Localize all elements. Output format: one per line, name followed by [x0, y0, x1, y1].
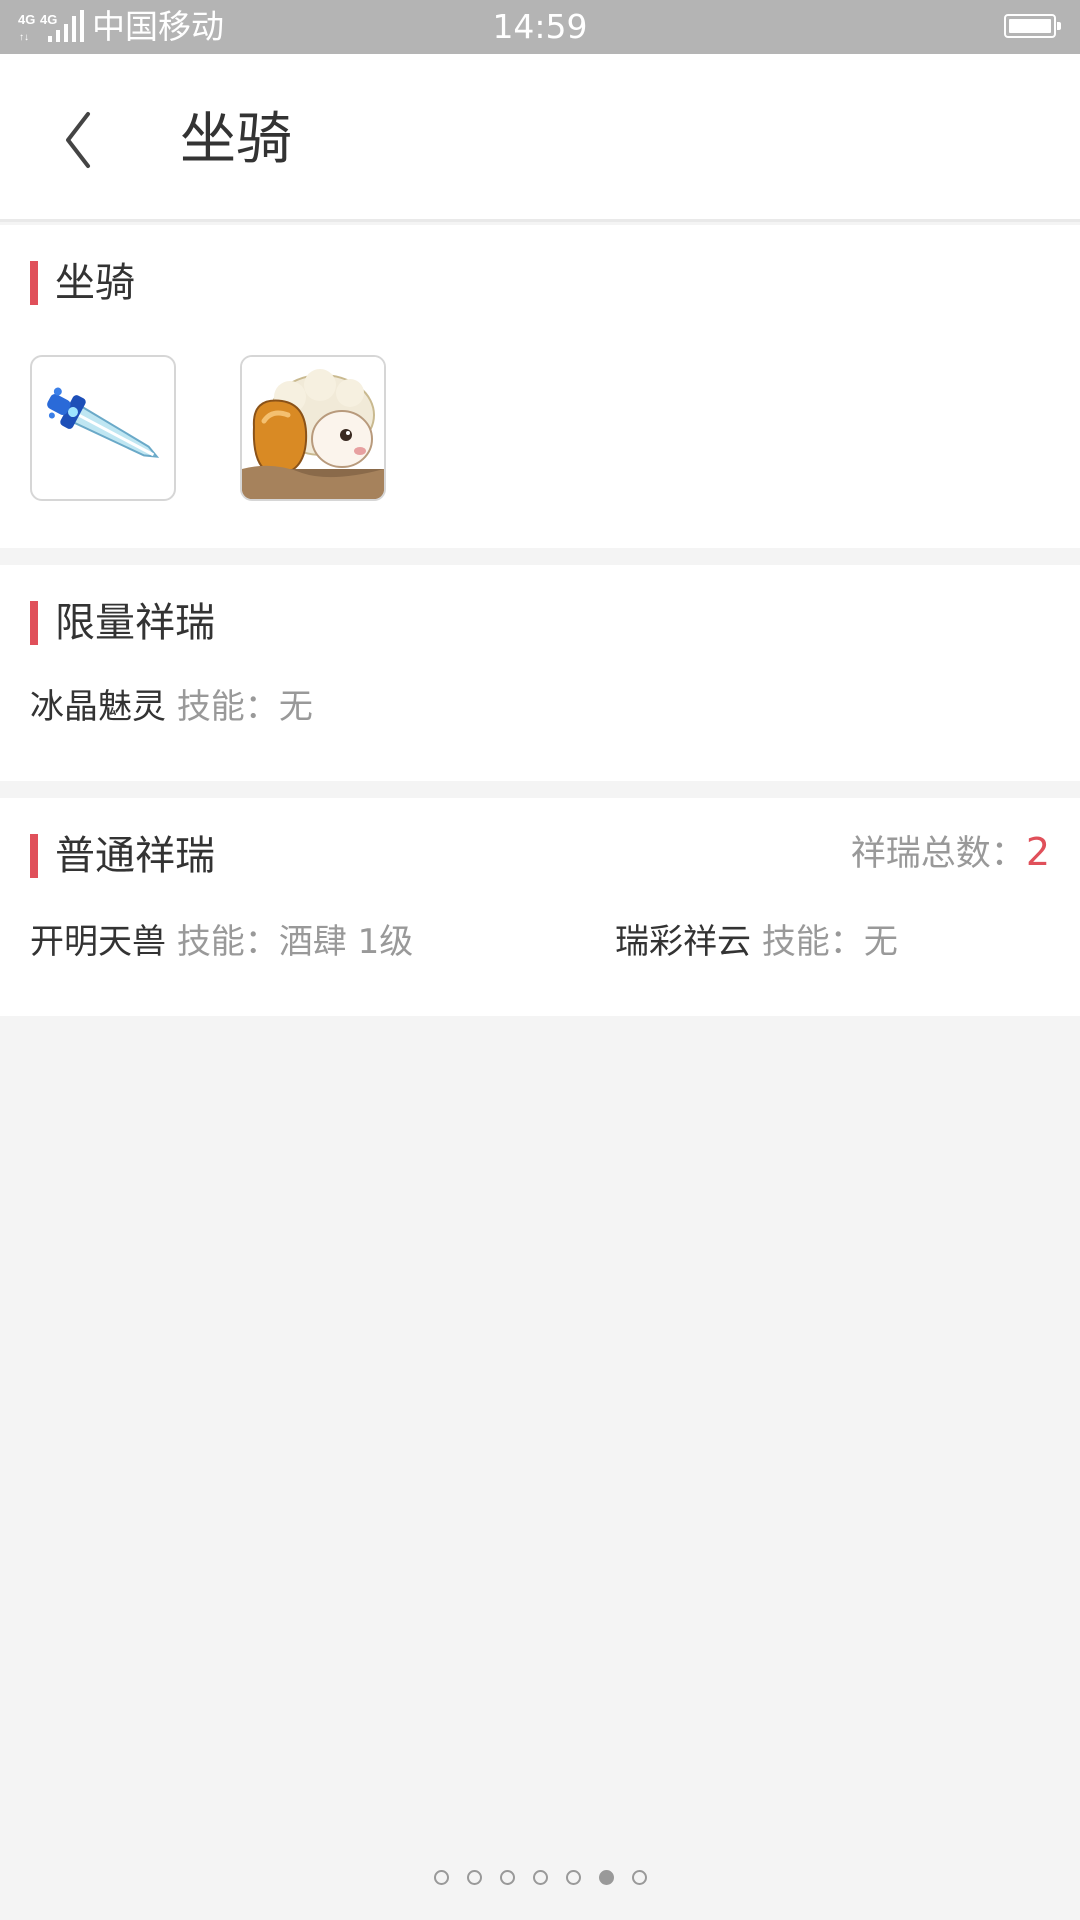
item-name: 冰晶魅灵 — [30, 687, 166, 727]
total-label: 祥瑞总数： — [850, 834, 1026, 874]
total-count: 祥瑞总数：2 — [851, 828, 1050, 878]
skill-label: 技能： — [761, 922, 864, 962]
section-accent-bar — [30, 834, 38, 878]
sheep-mount-icon — [242, 357, 384, 499]
app-header: 坐骑 — [0, 54, 1080, 222]
section-accent-bar — [30, 601, 38, 645]
limited-auspicious-section: 限量祥瑞 冰晶魅灵 技能：无 — [0, 565, 1080, 781]
screen: 4G 4G ↑↓ 中国移动 14:59 坐骑 坐骑 限量祥瑞 冰晶魅灵 技能：无… — [0, 0, 1080, 1920]
page-dot[interactable] — [532, 1870, 548, 1885]
item-name: 开明天兽 — [30, 922, 166, 962]
list-item: 开明天兽 技能：酒肆 1级 — [30, 920, 413, 964]
skill-label: 技能： — [176, 687, 279, 727]
page-dot[interactable] — [598, 1870, 614, 1885]
skill-value: 酒肆 1级 — [278, 922, 414, 962]
clock: 14:59 — [492, 7, 588, 46]
normal-auspicious-section: 普通祥瑞 祥瑞总数：2 开明天兽 技能：酒肆 1级 瑞彩祥云 技能：无 — [0, 798, 1080, 1016]
page-dot[interactable] — [433, 1870, 449, 1885]
section-title: 坐骑 — [55, 260, 135, 306]
skill-label: 技能： — [176, 922, 279, 962]
list-item: 瑞彩祥云 技能：无 — [615, 920, 898, 964]
page-dot[interactable] — [466, 1870, 482, 1885]
page-dot[interactable] — [565, 1870, 581, 1885]
page-dot[interactable] — [499, 1870, 515, 1885]
section-accent-bar — [30, 261, 38, 305]
total-value: 2 — [1025, 830, 1050, 874]
battery-icon — [1004, 14, 1061, 38]
ice-sword-mount-icon — [47, 387, 160, 458]
chevron-left-icon — [66, 112, 90, 168]
status-bar: 4G 4G ↑↓ 中国移动 14:59 — [0, 0, 1080, 54]
page-indicator — [0, 1870, 1080, 1890]
skill-value: 无 — [863, 922, 898, 962]
item-name: 瑞彩祥云 — [615, 922, 751, 962]
list-item: 冰晶魅灵 技能：无 — [30, 685, 313, 729]
section-title: 普通祥瑞 — [55, 833, 215, 879]
mount-item-1[interactable] — [30, 355, 176, 501]
back-button[interactable] — [50, 102, 110, 178]
section-title: 限量祥瑞 — [55, 600, 215, 646]
page-title: 坐骑 — [180, 107, 292, 172]
mount-item-2[interactable] — [240, 355, 386, 501]
mounts-section: 坐骑 — [0, 225, 1080, 548]
skill-value: 无 — [278, 687, 313, 727]
page-dot[interactable] — [631, 1870, 647, 1885]
